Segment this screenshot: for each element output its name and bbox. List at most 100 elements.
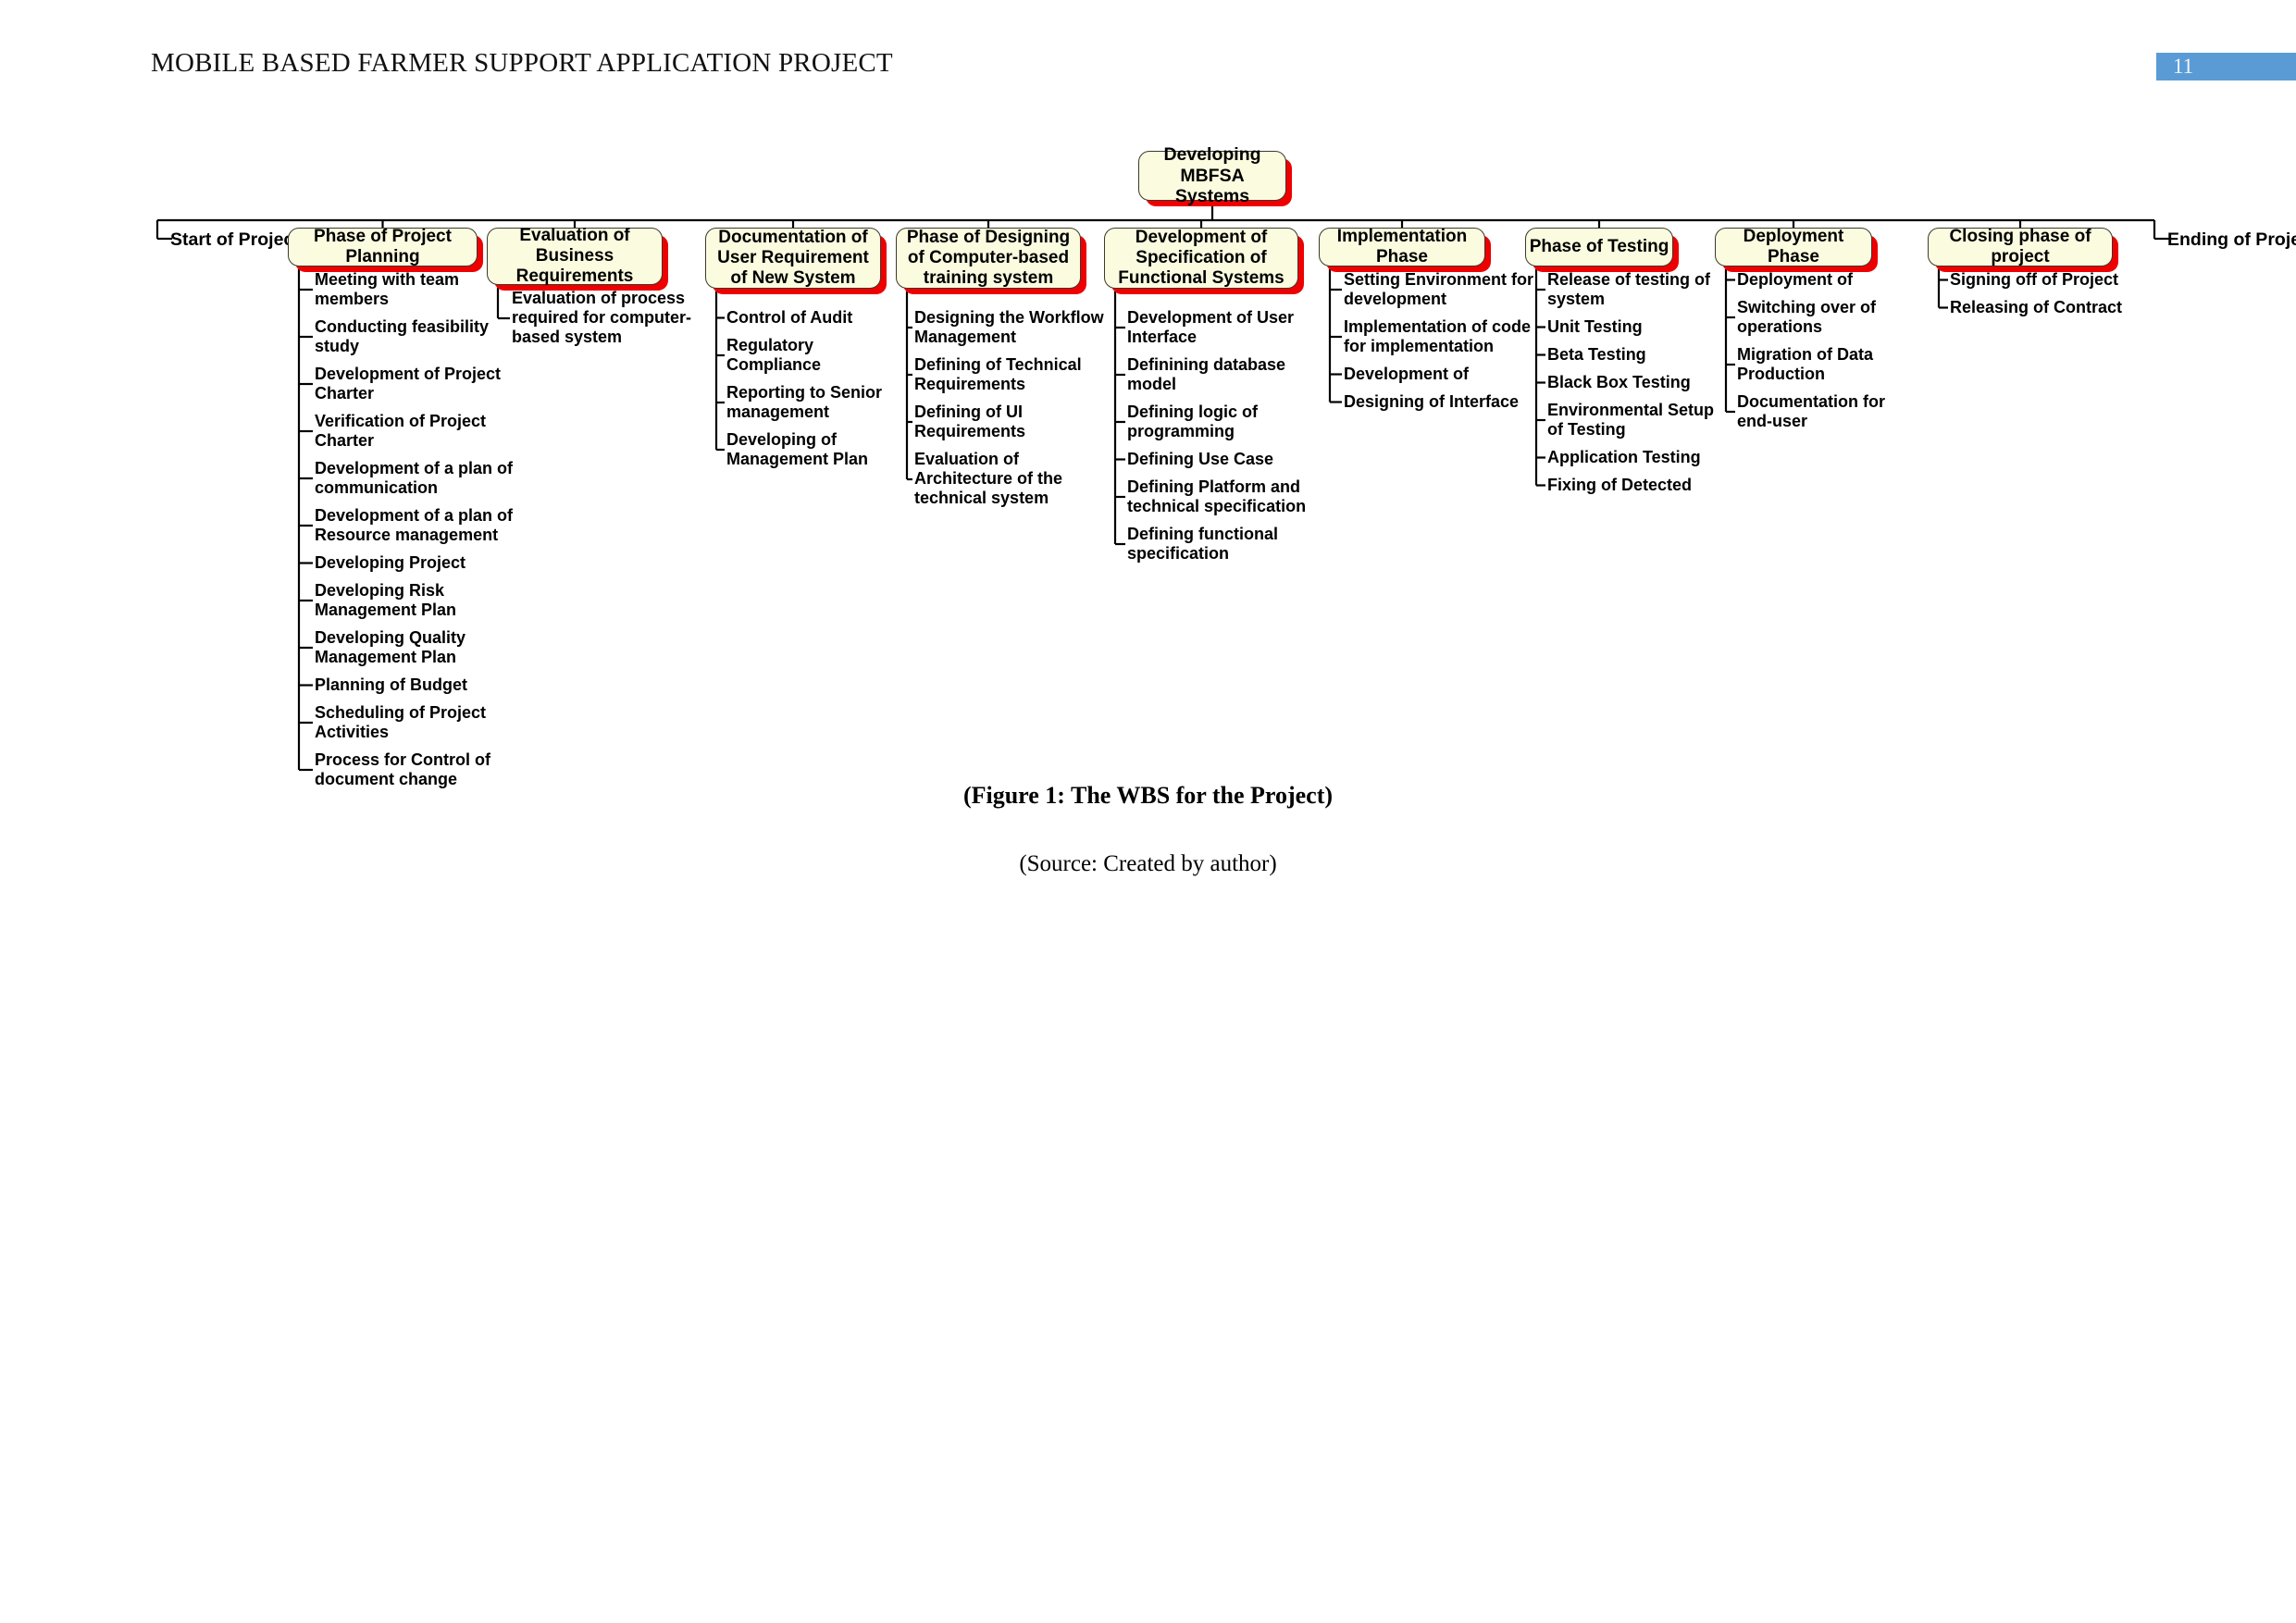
wbs-task-item[interactable]: Defining functional specification [1127,525,1326,564]
wbs-task-item[interactable]: Releasing of Contract [1950,298,2149,317]
wbs-task-item[interactable]: Development of a plan of communication [315,459,514,498]
wbs-task-item[interactable]: Defining Platform and technical specific… [1127,477,1326,516]
wbs-task-label: Application Testing [1547,448,1701,466]
wbs-task-item[interactable]: Evaluation of Architecture of the techni… [914,450,1113,509]
wbs-phase-node-label: Development of Specification of Function… [1118,227,1285,289]
wbs-root-node-label: Developing MBFSA Systems [1163,143,1261,207]
wbs-task-item[interactable]: Control of Audit [726,308,912,328]
wbs-task-item[interactable]: Environmental Setup of Testing [1547,401,1732,440]
wbs-phase-node-label: Deployment Phase [1743,226,1844,266]
wbs-task-label: Regulatory Compliance [726,336,822,375]
wbs-task-label: Beta Testing [1547,345,1646,364]
wbs-task-label: Black Box Testing [1547,373,1691,391]
wbs-task-label: Developing Quality Management Plan [315,628,466,667]
wbs-task-item[interactable]: Unit Testing [1547,317,1732,337]
wbs-task-item[interactable]: Development of User Interface [1127,308,1326,347]
wbs-task-item[interactable]: Implementation of code for implementatio… [1344,317,1533,356]
wbs-task-item[interactable]: Developing Project [315,553,514,573]
wbs-task-label: Fixing of Detected [1547,476,1693,494]
wbs-task-label: Verification of Project Charter [315,412,487,451]
wbs-phase-node-7[interactable]: Phase of Testing [1525,228,1673,266]
wbs-task-label: Planning of Budget [315,675,467,694]
wbs-task-label: Developing of Management Plan [726,430,869,469]
wbs-phase-node-6[interactable]: Implementation Phase [1319,226,1485,266]
wbs-task-item[interactable]: Black Box Testing [1547,373,1732,392]
wbs-task-item[interactable]: Switching over of operations [1737,298,1894,337]
wbs-task-item[interactable]: Setting Environment for development [1344,270,1533,309]
wbs-task-item[interactable]: Developing Quality Management Plan [315,628,514,667]
wbs-task-item[interactable]: Verification of Project Charter [315,412,514,451]
wbs-task-label: Development of User Interface [1127,308,1295,347]
wbs-task-item[interactable]: Development of Project Charter [315,365,514,403]
wbs-task-item[interactable]: Beta Testing [1547,345,1732,365]
wbs-task-label: Evaluation of process required for compu… [512,289,692,347]
wbs-task-item[interactable]: Developing Risk Management Plan [315,581,514,620]
wbs-task-label: Control of Audit [726,308,853,327]
wbs-task-item[interactable]: Development of [1344,365,1533,384]
wbs-task-label: Development of Project Charter [315,365,502,403]
wbs-phase-node-label: Phase of Testing [1529,236,1669,256]
wbs-task-item[interactable]: Definining database model [1127,355,1326,394]
wbs-task-label: Meeting with team members [315,270,460,309]
wbs-task-item[interactable]: Defining of UI Requirements [914,403,1113,441]
wbs-phase-node-label: Implementation Phase [1336,226,1468,266]
wbs-task-item[interactable]: Reporting to Senior management [726,383,912,422]
wbs-task-label: Documentation for end-user [1737,392,1885,431]
wbs-task-label: Development of a plan of communication [315,459,514,498]
wbs-task-label: Environmental Setup of Testing [1547,401,1715,440]
wbs-phase-node-label: Phase of Project Planning [314,226,452,266]
wbs-task-item[interactable]: Evaluation of process required for compu… [512,289,697,348]
wbs-task-item[interactable]: Conducting feasibility study [315,317,514,356]
wbs-task-item[interactable]: Defining logic of programming [1127,403,1326,441]
wbs-task-item[interactable]: Designing the Workflow Management [914,308,1113,347]
wbs-task-label: Implementation of code for implementatio… [1344,317,1532,356]
wbs-diagram: Developing MBFSA Systems Start of Project… [0,0,2296,814]
wbs-task-label: Developing Risk Management Plan [315,581,457,620]
wbs-task-label: Development of [1344,365,1470,383]
wbs-phase-node-2[interactable]: Evaluation of Business Requirements [487,226,663,286]
wbs-phase-node-5[interactable]: Development of Specification of Function… [1104,228,1298,289]
wbs-task-label: Scheduling of Project Activities [315,703,487,742]
wbs-phase-node-label: Closing phase of project [1949,226,2091,266]
wbs-task-label: Defining logic of programming [1127,403,1258,441]
wbs-task-item[interactable]: Meeting with team members [315,270,514,309]
wbs-task-item[interactable]: Planning of Budget [315,675,514,695]
wbs-task-item[interactable]: Developing of Management Plan [726,430,912,469]
wbs-task-label: Switching over of operations [1737,298,1877,337]
wbs-task-label: Development of a plan of Resource manage… [315,506,514,545]
wbs-root-node[interactable]: Developing MBFSA Systems [1138,144,1286,206]
wbs-phase-node-1[interactable]: Phase of Project Planning [288,226,478,266]
wbs-task-label: Deployment of [1737,270,1854,289]
wbs-task-label: Defining Platform and technical specific… [1127,477,1307,516]
wbs-phase-node-8[interactable]: Deployment Phase [1715,226,1872,266]
wbs-task-label: Designing of Interface [1344,392,1520,411]
wbs-phase-node-3[interactable]: Documentation of User Requirement of New… [705,228,881,289]
wbs-task-label: Reporting to Senior management [726,383,882,422]
wbs-phase-node-9[interactable]: Closing phase of project [1928,226,2113,266]
wbs-task-label: Release of testing of system [1547,270,1711,309]
wbs-task-item[interactable]: Scheduling of Project Activities [315,703,514,742]
wbs-task-label: Signing off of Project [1950,270,2118,289]
wbs-task-item[interactable]: Fixing of Detected [1547,476,1732,495]
wbs-task-item[interactable]: Process for Control of document change [315,750,514,789]
wbs-phase-node-label: Documentation of User Requirement of New… [717,227,869,289]
wbs-task-item[interactable]: Signing off of Project [1950,270,2149,290]
wbs-task-item[interactable]: Defining of Technical Requirements [914,355,1113,394]
wbs-task-item[interactable]: Application Testing [1547,448,1732,467]
wbs-task-item[interactable]: Release of testing of system [1547,270,1732,309]
wbs-task-item[interactable]: Regulatory Compliance [726,336,912,375]
wbs-task-label: Evaluation of Architecture of the techni… [914,450,1063,508]
start-of-project-label: Start of Project [170,229,300,250]
ending-of-project-label: Ending of Project [2167,229,2296,250]
wbs-task-label: Defining functional specification [1127,525,1278,564]
wbs-task-item[interactable]: Defining Use Case [1127,450,1326,469]
wbs-phase-node-4[interactable]: Phase of Designing of Computer-based tra… [896,228,1081,289]
wbs-phase-node-label: Phase of Designing of Computer-based tra… [906,227,1071,289]
wbs-task-item[interactable]: Designing of Interface [1344,392,1533,412]
wbs-task-item[interactable]: Documentation for end-user [1737,392,1894,431]
wbs-task-item[interactable]: Deployment of [1737,270,1894,290]
wbs-task-label: Unit Testing [1547,317,1643,336]
wbs-task-item[interactable]: Development of a plan of Resource manage… [315,506,514,545]
wbs-task-item[interactable]: Migration of Data Production [1737,345,1894,384]
wbs-task-label: Definining database model [1127,355,1286,394]
